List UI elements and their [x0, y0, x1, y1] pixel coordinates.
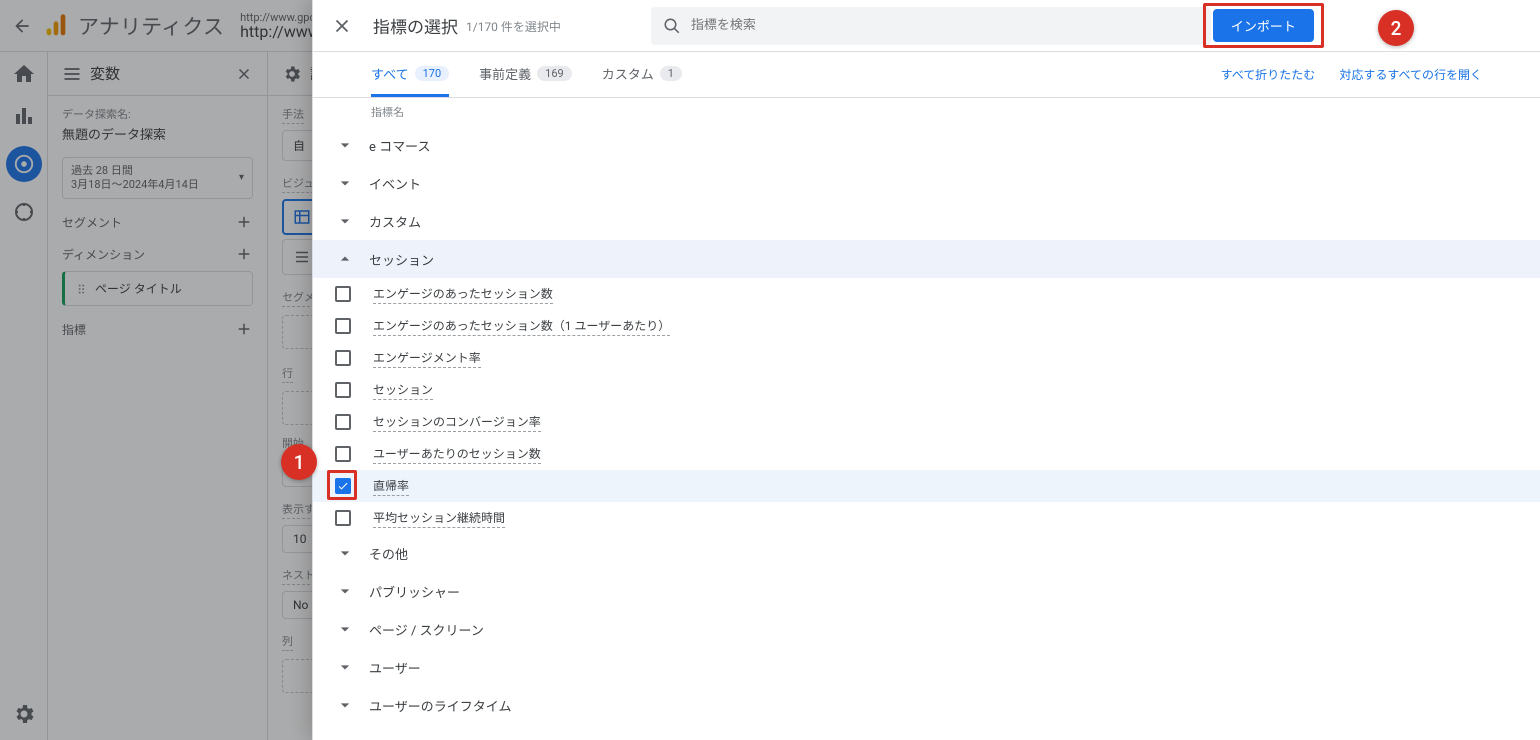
- tab-すべて[interactable]: すべて 170: [371, 52, 449, 97]
- metric-item-label: 平均セッション継続時間: [373, 509, 505, 528]
- collapse-all-link[interactable]: すべて折りたたむ: [1221, 66, 1316, 83]
- metric-group[interactable]: イベント: [313, 164, 1540, 202]
- metric-checkbox[interactable]: [335, 286, 351, 302]
- highlight-box-import: [1203, 3, 1324, 48]
- metric-checkbox[interactable]: [335, 510, 351, 526]
- tab-カスタム[interactable]: カスタム 1: [602, 52, 682, 97]
- tabs-right-actions: すべて折りたたむ 対応するすべての行を開く: [1221, 66, 1482, 83]
- chevron-down-icon: [335, 581, 355, 601]
- tab-label: カスタム: [602, 64, 654, 83]
- metric-checkbox[interactable]: [335, 446, 351, 462]
- metric-item[interactable]: エンゲージメント率: [313, 342, 1540, 374]
- metric-item[interactable]: セッション: [313, 374, 1540, 406]
- metric-item-label: ユーザーあたりのセッション数: [373, 445, 541, 464]
- tab-label: すべて: [371, 64, 409, 83]
- metric-group[interactable]: e コマース: [313, 126, 1540, 164]
- tab-label: 事前定義: [479, 64, 531, 83]
- metric-group-label: ページ / スクリーン: [369, 620, 484, 639]
- metric-group-label: e コマース: [369, 136, 430, 155]
- import-button-wrap: インポート: [1211, 7, 1316, 44]
- chevron-down-icon: [335, 695, 355, 715]
- metric-checkbox[interactable]: [335, 318, 351, 334]
- annotation-2: 2: [1378, 10, 1414, 46]
- metric-item-label: 直帰率: [373, 477, 409, 496]
- metric-checkbox[interactable]: [335, 350, 351, 366]
- metric-item-label: エンゲージメント率: [373, 349, 481, 368]
- tab-事前定義[interactable]: 事前定義 169: [479, 52, 572, 97]
- metric-group-label: イベント: [369, 174, 421, 193]
- metric-group-label: ユーザーのライフタイム: [369, 696, 511, 715]
- metric-checkbox[interactable]: [335, 414, 351, 430]
- chevron-down-icon: [335, 619, 355, 639]
- metric-item-label: セッションのコンバージョン率: [373, 413, 541, 432]
- metric-picker-modal: 指標の選択 1/170 件を選択中 インポート すべて 170 事前定義 169 カスタ…: [312, 0, 1540, 740]
- search-icon: [663, 17, 681, 35]
- metric-item-label: セッション: [373, 381, 433, 400]
- metric-checkbox[interactable]: [335, 382, 351, 398]
- close-modal-icon[interactable]: [331, 15, 353, 37]
- chevron-down-icon: [335, 135, 355, 155]
- tab-count-badge: 169: [537, 66, 572, 81]
- column-header-name: 指標名: [313, 98, 1540, 126]
- metric-item[interactable]: ユーザーあたりのセッション数: [313, 438, 1540, 470]
- highlight-box-checkbox: [327, 470, 357, 500]
- metric-group[interactable]: その他: [313, 534, 1540, 572]
- metric-item[interactable]: 平均セッション継続時間: [313, 502, 1540, 534]
- metric-group[interactable]: ユーザー: [313, 648, 1540, 686]
- metric-item[interactable]: エンゲージのあったセッション数: [313, 278, 1540, 310]
- metric-group-label: セッション: [369, 250, 434, 269]
- metric-group-label: その他: [369, 544, 408, 563]
- metric-list[interactable]: e コマースイベントカスタムセッションエンゲージのあったセッション数エンゲージの…: [313, 126, 1540, 740]
- chevron-down-icon: [335, 543, 355, 563]
- expand-all-link[interactable]: 対応するすべての行を開く: [1339, 66, 1482, 83]
- tab-count-badge: 1: [660, 66, 682, 81]
- metric-item[interactable]: 直帰率: [313, 470, 1540, 502]
- metric-group-label: パブリッシャー: [369, 582, 460, 601]
- metric-item[interactable]: セッションのコンバージョン率: [313, 406, 1540, 438]
- chevron-down-icon: [335, 211, 355, 231]
- chevron-down-icon: [335, 657, 355, 677]
- metric-group-label: カスタム: [369, 212, 421, 231]
- metric-group[interactable]: ページ / スクリーン: [313, 610, 1540, 648]
- metric-group[interactable]: パブリッシャー: [313, 572, 1540, 610]
- metric-search-input[interactable]: [691, 18, 1199, 33]
- tab-count-badge: 170: [415, 66, 450, 81]
- annotation-1: 1: [281, 444, 317, 480]
- metric-group[interactable]: セッション: [313, 240, 1540, 278]
- metric-group-label: ユーザー: [369, 658, 421, 677]
- modal-subtitle: 1/170 件を選択中: [466, 16, 561, 35]
- metric-search[interactable]: [651, 7, 1211, 45]
- scrim: [0, 0, 312, 740]
- chevron-up-icon: [335, 249, 355, 269]
- modal-title: 指標の選択: [373, 13, 458, 38]
- modal-header: 指標の選択 1/170 件を選択中 インポート: [313, 0, 1540, 52]
- modal-tabs: すべて 170 事前定義 169 カスタム 1 すべて折りたたむ 対応するすべての行を開く: [313, 52, 1540, 98]
- metric-item-label: エンゲージのあったセッション数: [373, 285, 553, 304]
- metric-item[interactable]: エンゲージのあったセッション数（1 ユーザーあたり）: [313, 310, 1540, 342]
- metric-item-label: エンゲージのあったセッション数（1 ユーザーあたり）: [373, 317, 670, 336]
- metric-group[interactable]: カスタム: [313, 202, 1540, 240]
- chevron-down-icon: [335, 173, 355, 193]
- metric-group[interactable]: ユーザーのライフタイム: [313, 686, 1540, 724]
